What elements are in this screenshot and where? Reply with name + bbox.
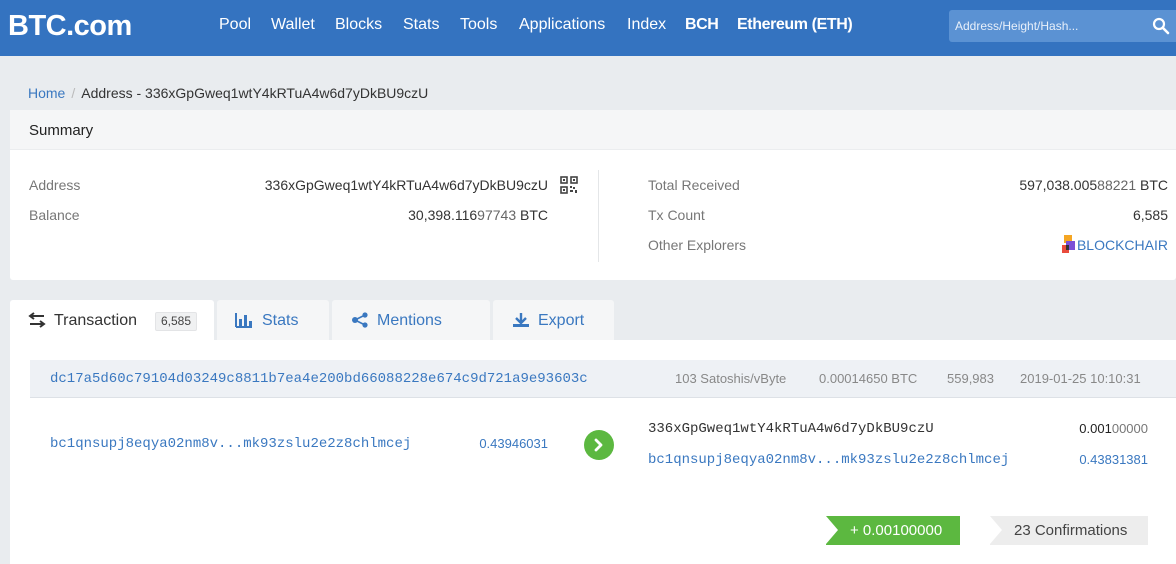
blockchair-link[interactable]: BLOCKCHAIR bbox=[1077, 237, 1168, 253]
top-navbar: BTC.com Pool Wallet Blocks Stats Tools A… bbox=[0, 0, 1176, 56]
nav-ethereum[interactable]: Ethereum (ETH) bbox=[737, 16, 853, 34]
search-box bbox=[949, 10, 1176, 42]
nav-wallet[interactable]: Wallet bbox=[271, 16, 315, 34]
transaction-hash-link[interactable]: dc17a5d60c79104d03249c8811b7ea4e200bd660… bbox=[50, 371, 588, 387]
nav-blocks[interactable]: Blocks bbox=[335, 16, 382, 34]
total-received-unit: BTC bbox=[1136, 177, 1168, 193]
summary-divider bbox=[598, 170, 599, 262]
bar-chart-icon bbox=[235, 313, 252, 328]
tx-count-value: 6,585 bbox=[1132, 207, 1168, 223]
nav-index[interactable]: Index bbox=[627, 16, 666, 34]
breadcrumb-home[interactable]: Home bbox=[28, 85, 65, 101]
total-received-main: 597,038.005 bbox=[1019, 177, 1098, 193]
nav-stats[interactable]: Stats bbox=[403, 16, 439, 34]
net-amount-value: + 0.00100000 bbox=[850, 522, 943, 539]
output-address-link[interactable]: bc1qnsupj8eqya02nm8v...mk93zslu2e2z8chlm… bbox=[648, 452, 1009, 468]
output-amount: 0.43831381 bbox=[1079, 452, 1148, 467]
tab-mentions-label: Mentions bbox=[377, 312, 442, 329]
transaction-header: dc17a5d60c79104d03249c8811b7ea4e200bd660… bbox=[30, 360, 1176, 398]
total-received-value: 597,038.00588221 BTC bbox=[1019, 177, 1168, 193]
balance-unit: BTC bbox=[516, 207, 548, 223]
input-amount: 0.43946031 bbox=[479, 436, 548, 451]
other-explorers-label: Other Explorers bbox=[648, 237, 747, 253]
nav-applications[interactable]: Applications bbox=[519, 16, 605, 34]
swap-arrows-icon bbox=[28, 312, 46, 328]
balance-label: Balance bbox=[29, 207, 80, 223]
nav-tools[interactable]: Tools bbox=[460, 16, 497, 34]
block-height-link[interactable]: 559,983 bbox=[947, 371, 994, 386]
tab-mentions[interactable]: Mentions bbox=[332, 300, 490, 340]
transaction-direction-arrow[interactable] bbox=[584, 430, 614, 460]
transaction-list: dc17a5d60c79104d03249c8811b7ea4e200bd660… bbox=[10, 340, 1176, 564]
share-icon bbox=[352, 312, 368, 328]
nav-bch[interactable]: BCH bbox=[685, 16, 719, 34]
fee-rate: 103 Satoshis/vByte bbox=[675, 371, 787, 386]
balance-tail: 97743 bbox=[477, 207, 517, 223]
transaction-fee: 0.00014650 BTC bbox=[819, 371, 918, 386]
search-input[interactable] bbox=[949, 10, 1139, 42]
total-received-label: Total Received bbox=[648, 177, 740, 193]
total-received-tail: 88221 bbox=[1097, 177, 1137, 193]
download-icon bbox=[513, 313, 529, 327]
breadcrumb-current: Address - 336xGpGweq1wtY4kRTuA4w6d7yDkBU… bbox=[81, 85, 429, 101]
input-address-link[interactable]: bc1qnsupj8eqya02nm8v...mk93zslu2e2z8chlm… bbox=[50, 436, 411, 452]
logo[interactable]: BTC.com bbox=[8, 10, 132, 43]
tab-export-label: Export bbox=[538, 312, 585, 329]
net-amount-badge: + 0.00100000 bbox=[826, 516, 960, 545]
output-address-self: 336xGpGweq1wtY4kRTuA4w6d7yDkBU9czU bbox=[648, 421, 934, 437]
summary-header: Summary bbox=[10, 110, 1176, 150]
tab-stats[interactable]: Stats bbox=[217, 300, 329, 340]
address-value: 336xGpGweq1wtY4kRTuA4w6d7yDkBU9czU bbox=[264, 177, 548, 193]
confirmations-badge: 23 Confirmations bbox=[990, 516, 1148, 545]
summary-title: Summary bbox=[29, 122, 94, 139]
balance-main: 30,398.116 bbox=[408, 207, 478, 223]
summary-panel: Summary Address 336xGpGweq1wtY4kRTuA4w6d… bbox=[10, 110, 1176, 280]
tab-transaction-label: Transaction bbox=[54, 312, 137, 329]
tab-transaction[interactable]: Transaction 6,585 bbox=[10, 300, 214, 340]
nav-pool[interactable]: Pool bbox=[219, 16, 251, 34]
transaction-time: 2019-01-25 10:10:31 bbox=[1020, 371, 1141, 386]
confirmations-value: 23 Confirmations bbox=[1014, 522, 1128, 539]
output-amount-self-main: 0.001 bbox=[1079, 421, 1112, 436]
transaction-count-badge: 6,585 bbox=[155, 312, 198, 331]
search-icon[interactable] bbox=[1152, 17, 1170, 35]
qr-code-icon[interactable] bbox=[560, 176, 578, 194]
chevron-right-icon bbox=[594, 438, 603, 452]
tab-stats-label: Stats bbox=[262, 312, 299, 329]
output-amount-self: 0.00100000 bbox=[1079, 421, 1148, 436]
address-label: Address bbox=[29, 177, 81, 193]
breadcrumb-separator: / bbox=[71, 85, 76, 101]
tab-export[interactable]: Export bbox=[493, 300, 614, 340]
tx-count-label: Tx Count bbox=[648, 207, 705, 223]
balance-value: 30,398.11697743 BTC bbox=[408, 207, 548, 223]
breadcrumb: Home / Address - 336xGpGweq1wtY4kRTuA4w6d7… bbox=[28, 85, 428, 101]
output-amount-self-tail: 00000 bbox=[1111, 421, 1148, 436]
blockchair-logo-icon bbox=[1062, 235, 1075, 253]
